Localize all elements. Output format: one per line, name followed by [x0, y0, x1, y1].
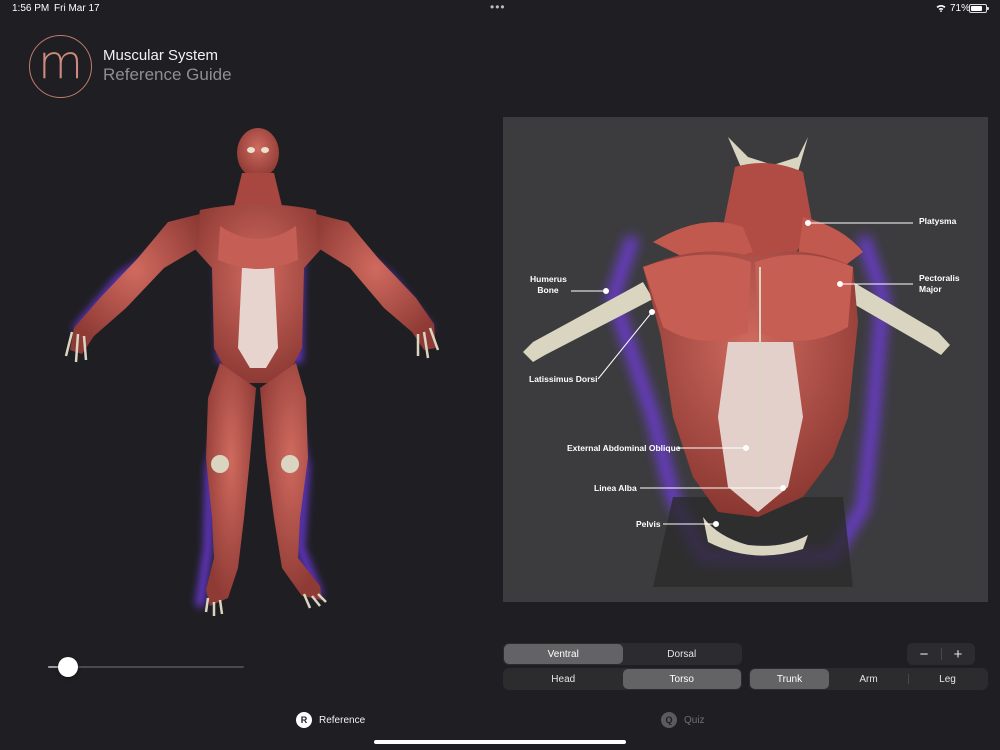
status-date: Fri Mar 17	[54, 3, 100, 14]
torso-model[interactable]	[503, 117, 988, 602]
wifi-icon	[936, 4, 946, 12]
segment-arm[interactable]: Arm	[829, 669, 908, 689]
label-platysma[interactable]: Platysma	[919, 216, 956, 227]
app-subtitle: Reference Guide	[103, 65, 232, 84]
battery-percent: 71%	[950, 3, 971, 14]
segment-trunk[interactable]: Trunk	[750, 669, 829, 689]
full-body-model[interactable]	[60, 128, 445, 618]
torso-detail-view[interactable]: Platysma Humerus Bone Pectoralis Major L…	[503, 117, 988, 602]
segment-head[interactable]: Head	[504, 669, 623, 689]
zoom-control[interactable]: − +	[907, 643, 975, 665]
tab-quiz[interactable]: Q Quiz	[661, 712, 705, 728]
multitasking-dots-icon[interactable]: •••	[490, 0, 506, 14]
segment-torso[interactable]: Torso	[622, 669, 741, 689]
zoom-out-button[interactable]: −	[907, 643, 941, 665]
app-logo: m	[29, 35, 92, 98]
view-segmented-control[interactable]: Ventral Dorsal	[503, 643, 742, 665]
segment-leg[interactable]: Leg	[908, 669, 987, 689]
label-pectoralis-major[interactable]: Pectoralis Major	[919, 273, 960, 295]
label-linea-alba[interactable]: Linea Alba	[594, 483, 637, 494]
slider-thumb[interactable]	[57, 657, 78, 677]
battery-icon	[969, 4, 989, 13]
app-title: Muscular System	[103, 47, 219, 64]
segment-dorsal[interactable]: Dorsal	[623, 644, 742, 664]
label-humerus[interactable]: Humerus Bone	[530, 274, 567, 296]
status-time: 1:56 PM	[12, 3, 50, 14]
tab-reference-label: Reference	[319, 714, 366, 726]
segment-ventral[interactable]: Ventral	[504, 644, 623, 664]
reference-icon: R	[296, 712, 312, 728]
layer-depth-slider[interactable]	[48, 656, 244, 678]
home-indicator[interactable]	[374, 740, 626, 744]
region-segmented-control[interactable]: Head Torso	[503, 668, 742, 690]
tab-reference[interactable]: R Reference	[296, 712, 365, 728]
zoom-in-button[interactable]: +	[941, 643, 975, 665]
label-pelvis[interactable]: Pelvis	[636, 519, 661, 530]
label-external-oblique[interactable]: External Abdominal Oblique	[567, 443, 681, 454]
tab-quiz-label: Quiz	[684, 714, 705, 726]
quiz-icon: Q	[661, 712, 677, 728]
part-segmented-control[interactable]: Trunk Arm Leg	[749, 668, 988, 690]
label-latissimus-dorsi[interactable]: Latissimus Dorsi	[529, 374, 598, 385]
